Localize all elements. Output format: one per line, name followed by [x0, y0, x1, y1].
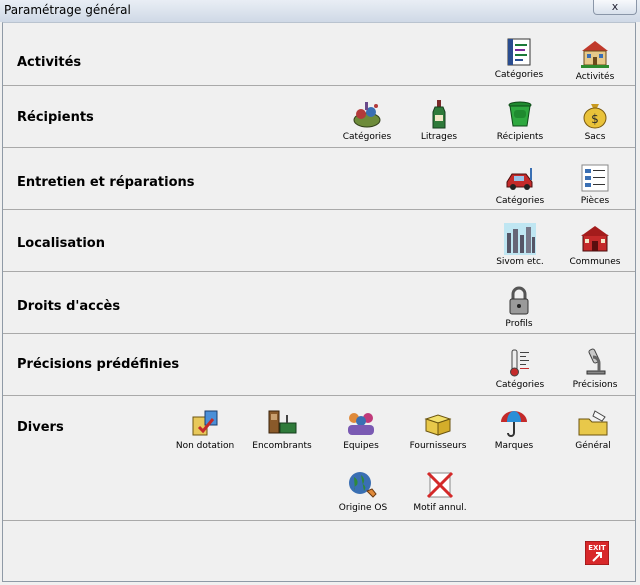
umbrella-icon	[501, 411, 527, 437]
exit-icon: EXIT	[584, 540, 610, 566]
divers-general-label: Général	[575, 441, 611, 451]
divers-marques-button[interactable]: Marques	[477, 407, 551, 465]
divers-marques-label: Marques	[494, 441, 534, 451]
city-skyline-icon	[504, 223, 536, 255]
divers-fournisseurs-label: Fournisseurs	[409, 441, 467, 451]
green-bin-icon	[508, 101, 532, 127]
waste-pile-icon	[353, 102, 381, 128]
title-bar: Paramétrage général x	[0, 0, 640, 22]
section-entretien: Entretien et réparations Catégories Pièc…	[3, 147, 635, 210]
divers-origine-os-button[interactable]: Origine OS	[326, 469, 400, 527]
divers-motif-annul-label: Motif annul.	[413, 503, 467, 513]
open-box-icon	[424, 414, 452, 436]
divers-general-button[interactable]: Général	[556, 407, 630, 465]
divers-non-dotation-button[interactable]: Non dotation	[168, 407, 242, 465]
globe-phone-icon	[349, 472, 377, 498]
section-divers: Divers Non dotation Encombrants Equipes …	[3, 395, 635, 521]
localisation-communes-label: Communes	[569, 257, 621, 267]
red-house-icon	[581, 226, 609, 252]
section-droits: Droits d'accès Profils	[3, 271, 635, 334]
divers-fournisseurs-button[interactable]: Fournisseurs	[401, 407, 475, 465]
svg-text:$: $	[591, 112, 599, 126]
team-icon	[348, 413, 374, 435]
divers-equipes-label: Equipes	[343, 441, 379, 451]
settings-window: Paramétrage général x Activités Catégori…	[0, 0, 640, 585]
window-title: Paramétrage général	[4, 3, 131, 17]
parts-list-icon	[581, 164, 609, 192]
thermometer-icon	[510, 349, 529, 377]
divers-motif-annul-button[interactable]: Motif annul.	[403, 469, 477, 527]
bulky-items-icon	[268, 410, 297, 434]
section-title-precisions: Précisions prédéfinies	[17, 357, 180, 372]
section-activites: Activités Catégories Activités	[3, 23, 635, 86]
red-car-icon	[506, 168, 533, 190]
section-title-localisation: Localisation	[17, 236, 105, 251]
divers-non-dotation-label: Non dotation	[175, 441, 235, 451]
bottle-icon	[432, 100, 446, 129]
microscope-icon	[586, 348, 606, 375]
divers-equipes-button[interactable]: Equipes	[324, 407, 398, 465]
blocks-icon	[192, 410, 218, 436]
section-title-entretien: Entretien et réparations	[17, 175, 195, 190]
droits-profils-label: Profils	[505, 319, 533, 329]
close-button[interactable]: x	[593, 0, 637, 15]
close-icon: x	[611, 0, 619, 13]
section-precisions: Précisions prédéfinies Catégories Précis…	[3, 333, 635, 396]
settings-panel: Activités Catégories Activités Récipient…	[2, 22, 636, 582]
section-title-droits: Droits d'accès	[17, 299, 121, 314]
section-recipients: Récipients Catégories Litrages Récipient…	[3, 85, 635, 148]
recipients-recipients-label: Récipients	[496, 132, 544, 142]
exit-button[interactable]: EXIT	[584, 540, 610, 566]
building-icon	[581, 41, 609, 68]
precisions-precisions-label: Précisions	[572, 380, 618, 390]
divers-origine-os-label: Origine OS	[338, 503, 388, 513]
folder-hand-icon	[578, 410, 608, 436]
activites-activites-label: Activités	[575, 72, 615, 82]
section-localisation: Localisation Sivom etc. Communes	[3, 209, 635, 272]
precisions-categories-label: Catégories	[495, 380, 545, 390]
entretien-categories-label: Catégories	[495, 196, 545, 206]
red-cross-icon	[426, 471, 454, 499]
section-title-activites: Activités	[17, 55, 82, 70]
section-title-divers: Divers	[17, 420, 64, 435]
recipients-litrages-label: Litrages	[420, 132, 458, 142]
divers-encombrants-button[interactable]: Encombrants	[245, 407, 319, 465]
recipients-categories-label: Catégories	[342, 132, 392, 142]
exit-label: EXIT	[588, 544, 606, 552]
money-bag-icon: $	[583, 104, 607, 129]
section-title-recipients: Récipients	[17, 110, 94, 125]
entretien-pieces-label: Pièces	[580, 196, 610, 206]
divers-encombrants-label: Encombrants	[252, 441, 312, 451]
list-icon	[507, 38, 531, 66]
activites-categories-label: Catégories	[494, 70, 544, 80]
localisation-sivom-label: Sivom etc.	[496, 257, 544, 267]
recipients-sacs-label: Sacs	[584, 132, 606, 142]
padlock-icon	[509, 286, 529, 315]
